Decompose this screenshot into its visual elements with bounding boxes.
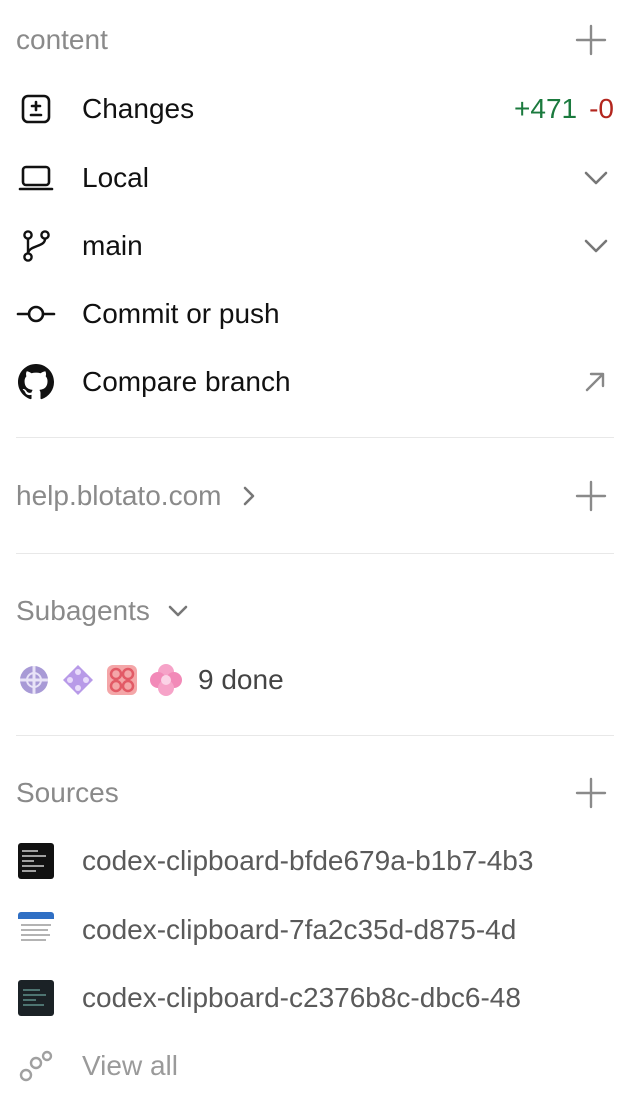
- branch-row[interactable]: main: [0, 222, 638, 270]
- side-panel: content Changes +471 -0 Local main Commi…: [0, 0, 638, 1098]
- subagents-header[interactable]: Subagents: [0, 587, 638, 635]
- view-all-row[interactable]: View all: [0, 1042, 638, 1090]
- commit-label: Commit or push: [82, 298, 280, 329]
- chevron-right-icon[interactable]: [239, 484, 259, 508]
- compare-row[interactable]: Compare branch: [0, 358, 638, 406]
- view-all-link: View all: [82, 1050, 178, 1081]
- external-link-icon[interactable]: [582, 369, 608, 395]
- branch-icon: [16, 226, 56, 266]
- source-file-name: codex-clipboard-bfde679a-b1b7-4b3: [82, 845, 534, 876]
- sources-link-icon: [16, 1046, 56, 1086]
- source-file-name: codex-clipboard-7fa2c35d-d875-4d: [82, 914, 517, 945]
- content-header: content: [0, 16, 638, 64]
- chevron-down-icon[interactable]: [582, 164, 610, 192]
- diff-icon: [16, 89, 56, 129]
- site-title: help.blotato.com: [16, 476, 259, 516]
- branch-label: main: [82, 230, 143, 261]
- chevron-down-icon[interactable]: [166, 599, 190, 623]
- content-title: content: [16, 24, 108, 55]
- subagents-title: Subagents: [16, 591, 190, 631]
- subagent-avatar-icon: [107, 665, 137, 695]
- subagents-status: 9 done: [198, 664, 284, 695]
- commit-icon: [16, 294, 56, 334]
- local-label: Local: [82, 162, 149, 193]
- sources-header: Sources: [0, 769, 638, 817]
- subagents-status-row[interactable]: 9 done: [0, 656, 638, 704]
- source-file-name: codex-clipboard-c2376b8c-dbc6-48: [82, 982, 521, 1013]
- divider: [16, 735, 614, 736]
- subagent-avatar-icon: [63, 665, 93, 695]
- subagents-title-text: Subagents: [16, 595, 150, 626]
- plus-icon[interactable]: [574, 479, 608, 513]
- commit-row[interactable]: Commit or push: [0, 290, 638, 338]
- lines-removed: -0: [589, 93, 614, 124]
- changes-row[interactable]: Changes +471 -0: [0, 85, 638, 133]
- local-row[interactable]: Local: [0, 154, 638, 202]
- screenshot-thumbnail-icon: [18, 980, 54, 1016]
- screenshot-thumbnail-icon: [18, 843, 54, 879]
- compare-label: Compare branch: [82, 366, 291, 397]
- source-item[interactable]: codex-clipboard-bfde679a-b1b7-4b3: [0, 837, 638, 885]
- source-item[interactable]: codex-clipboard-c2376b8c-dbc6-48: [0, 974, 638, 1022]
- divider: [16, 437, 614, 438]
- github-icon: [16, 362, 56, 402]
- changes-label: Changes: [82, 93, 195, 124]
- subagent-avatar-icon: [20, 666, 48, 694]
- source-item[interactable]: codex-clipboard-7fa2c35d-d875-4d: [0, 906, 638, 954]
- plus-icon[interactable]: [574, 23, 608, 57]
- screenshot-thumbnail-icon: [18, 912, 54, 948]
- site-title-text: help.blotato.com: [16, 480, 222, 511]
- divider: [16, 553, 614, 554]
- laptop-icon: [16, 158, 56, 198]
- subagent-avatar-icon: [150, 664, 182, 696]
- sources-title: Sources: [16, 777, 119, 808]
- plus-icon[interactable]: [574, 776, 608, 810]
- diff-stats: +471 -0: [514, 93, 614, 125]
- subagent-avatars: 9 done: [16, 662, 284, 698]
- site-header[interactable]: help.blotato.com: [0, 472, 638, 520]
- lines-added: +471: [514, 93, 578, 124]
- chevron-down-icon[interactable]: [582, 232, 610, 260]
